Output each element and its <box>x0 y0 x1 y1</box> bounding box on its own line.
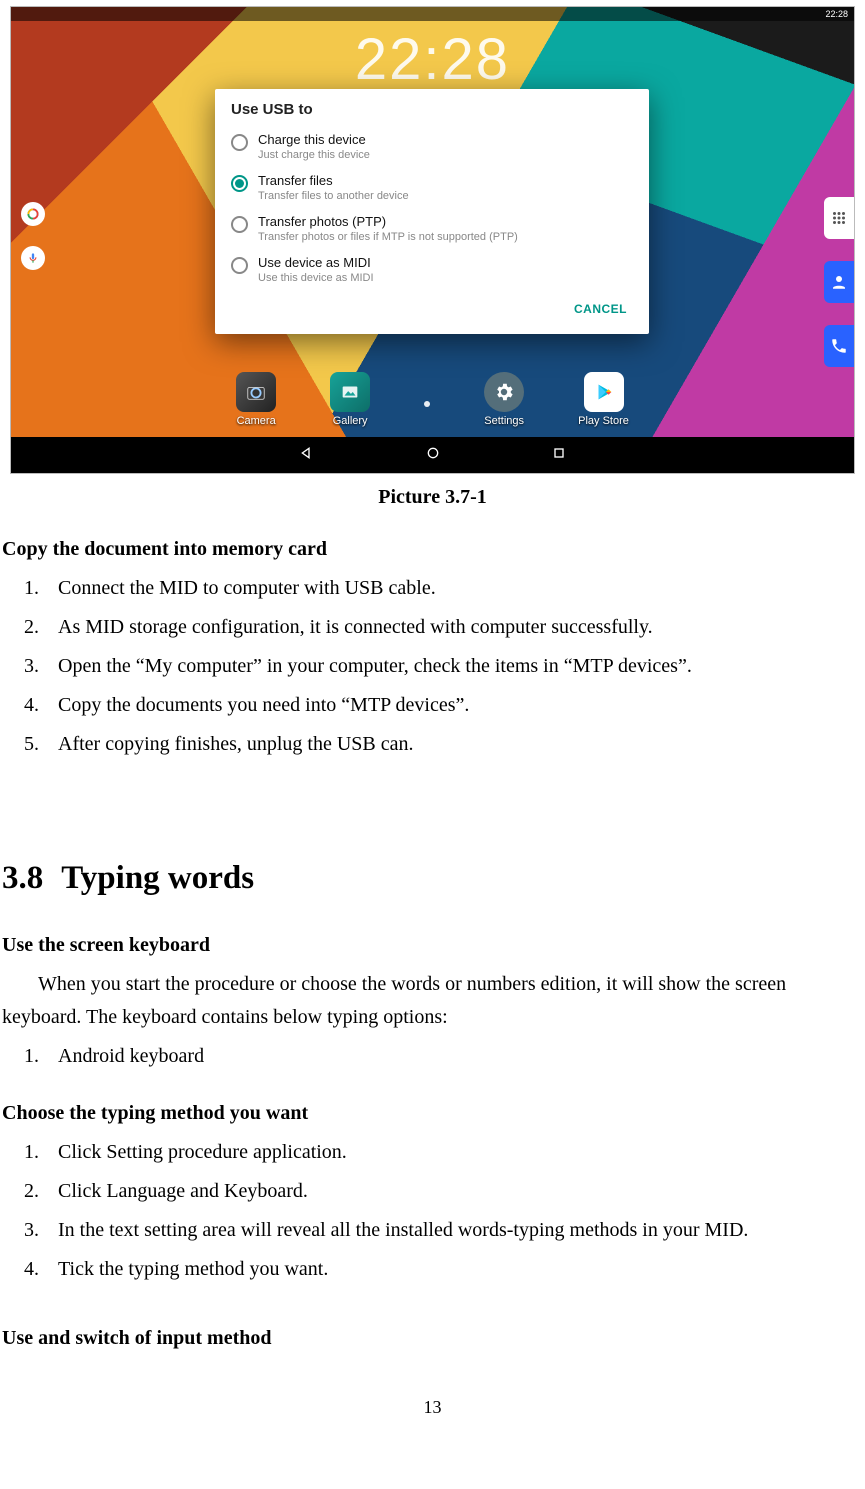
list-item: Android keyboard <box>44 1040 863 1073</box>
recent-icon[interactable] <box>551 445 567 466</box>
radio-checked-icon <box>231 175 248 192</box>
option-label: Transfer photos (PTP) <box>258 214 518 229</box>
radio-unchecked-icon <box>231 257 248 274</box>
back-icon[interactable] <box>299 445 315 466</box>
status-time: 22:28 <box>825 10 848 19</box>
option-label: Transfer files <box>258 173 409 188</box>
page-indicator-dot <box>424 401 430 407</box>
list-item: Connect the MID to computer with USB cab… <box>44 572 863 605</box>
dialog-title: Use USB to <box>231 101 633 118</box>
gallery-icon <box>339 381 361 403</box>
apps-tab[interactable] <box>824 197 854 239</box>
radio-unchecked-icon <box>231 216 248 233</box>
contacts-tab[interactable] <box>824 261 854 303</box>
choose-steps-list: Click Setting procedure application. Cli… <box>44 1136 863 1286</box>
usb-option-midi[interactable]: Use device as MIDI Use this device as MI… <box>215 249 649 290</box>
play-icon <box>593 381 615 403</box>
usb-option-charge[interactable]: Charge this device Just charge this devi… <box>215 126 649 167</box>
use-keyboard-heading: Use the screen keyboard <box>2 929 863 962</box>
radio-unchecked-icon <box>231 134 248 151</box>
phone-tab[interactable] <box>824 325 854 367</box>
choose-method-heading: Choose the typing method you want <box>2 1097 863 1130</box>
usb-dialog: Use USB to Charge this device Just charg… <box>215 89 649 334</box>
list-item: Click Language and Keyboard. <box>44 1175 863 1208</box>
keyboard-options-list: Android keyboard <box>44 1040 863 1073</box>
voice-bubble[interactable] <box>21 246 45 270</box>
list-item: Tick the typing method you want. <box>44 1253 863 1286</box>
home-icon[interactable] <box>425 445 441 466</box>
list-item: In the text setting area will reveal all… <box>44 1214 863 1247</box>
section-title: Typing words <box>61 860 254 896</box>
option-label: Charge this device <box>258 132 370 147</box>
app-play-store[interactable]: Play Store <box>578 372 629 427</box>
usb-option-ptp[interactable]: Transfer photos (PTP) Transfer photos or… <box>215 208 649 249</box>
camera-icon <box>245 381 267 403</box>
copy-heading: Copy the document into memory card <box>2 533 863 566</box>
list-item: Open the “My computer” in your computer,… <box>44 650 863 683</box>
list-item: Click Setting procedure application. <box>44 1136 863 1169</box>
list-item: After copying finishes, unplug the USB c… <box>44 728 863 761</box>
app-label: Settings <box>484 416 524 427</box>
left-assist-bubbles <box>21 202 45 270</box>
android-navbar <box>11 437 854 473</box>
lockscreen-clock: 22:28 <box>11 31 854 89</box>
use-keyboard-paragraph: When you start the procedure or choose t… <box>2 968 863 1034</box>
figure-caption: Picture 3.7-1 <box>0 486 865 509</box>
google-bubble[interactable] <box>21 202 45 226</box>
right-edge-tabs <box>824 197 854 367</box>
app-settings[interactable]: Settings <box>484 372 524 427</box>
section-heading: 3.8 Typing words <box>2 851 863 905</box>
option-sub: Transfer photos or files if MTP is not s… <box>258 231 518 243</box>
copy-steps-list: Connect the MID to computer with USB cab… <box>44 572 863 761</box>
app-label: Play Store <box>578 416 629 427</box>
app-gallery[interactable]: Gallery <box>330 372 370 427</box>
switch-input-heading: Use and switch of input method <box>2 1322 863 1355</box>
usb-option-transfer-files[interactable]: Transfer files Transfer files to another… <box>215 167 649 208</box>
embedded-screenshot: 22:28 22:28 Use USB to <box>10 6 855 474</box>
app-camera[interactable]: Camera <box>236 372 276 427</box>
status-bar: 22:28 <box>11 7 854 21</box>
section-number: 3.8 <box>2 860 43 896</box>
gear-icon <box>493 381 515 403</box>
app-dock: Camera Gallery Settings Play Store <box>11 372 854 427</box>
page-number: 13 <box>0 1397 865 1418</box>
option-label: Use device as MIDI <box>258 255 374 270</box>
option-sub: Transfer files to another device <box>258 190 409 202</box>
list-item: As MID storage configuration, it is conn… <box>44 611 863 644</box>
app-label: Gallery <box>333 416 368 427</box>
option-sub: Use this device as MIDI <box>258 272 374 284</box>
list-item: Copy the documents you need into “MTP de… <box>44 689 863 722</box>
app-label: Camera <box>237 416 276 427</box>
cancel-button[interactable]: CANCEL <box>564 296 637 322</box>
option-sub: Just charge this device <box>258 149 370 161</box>
